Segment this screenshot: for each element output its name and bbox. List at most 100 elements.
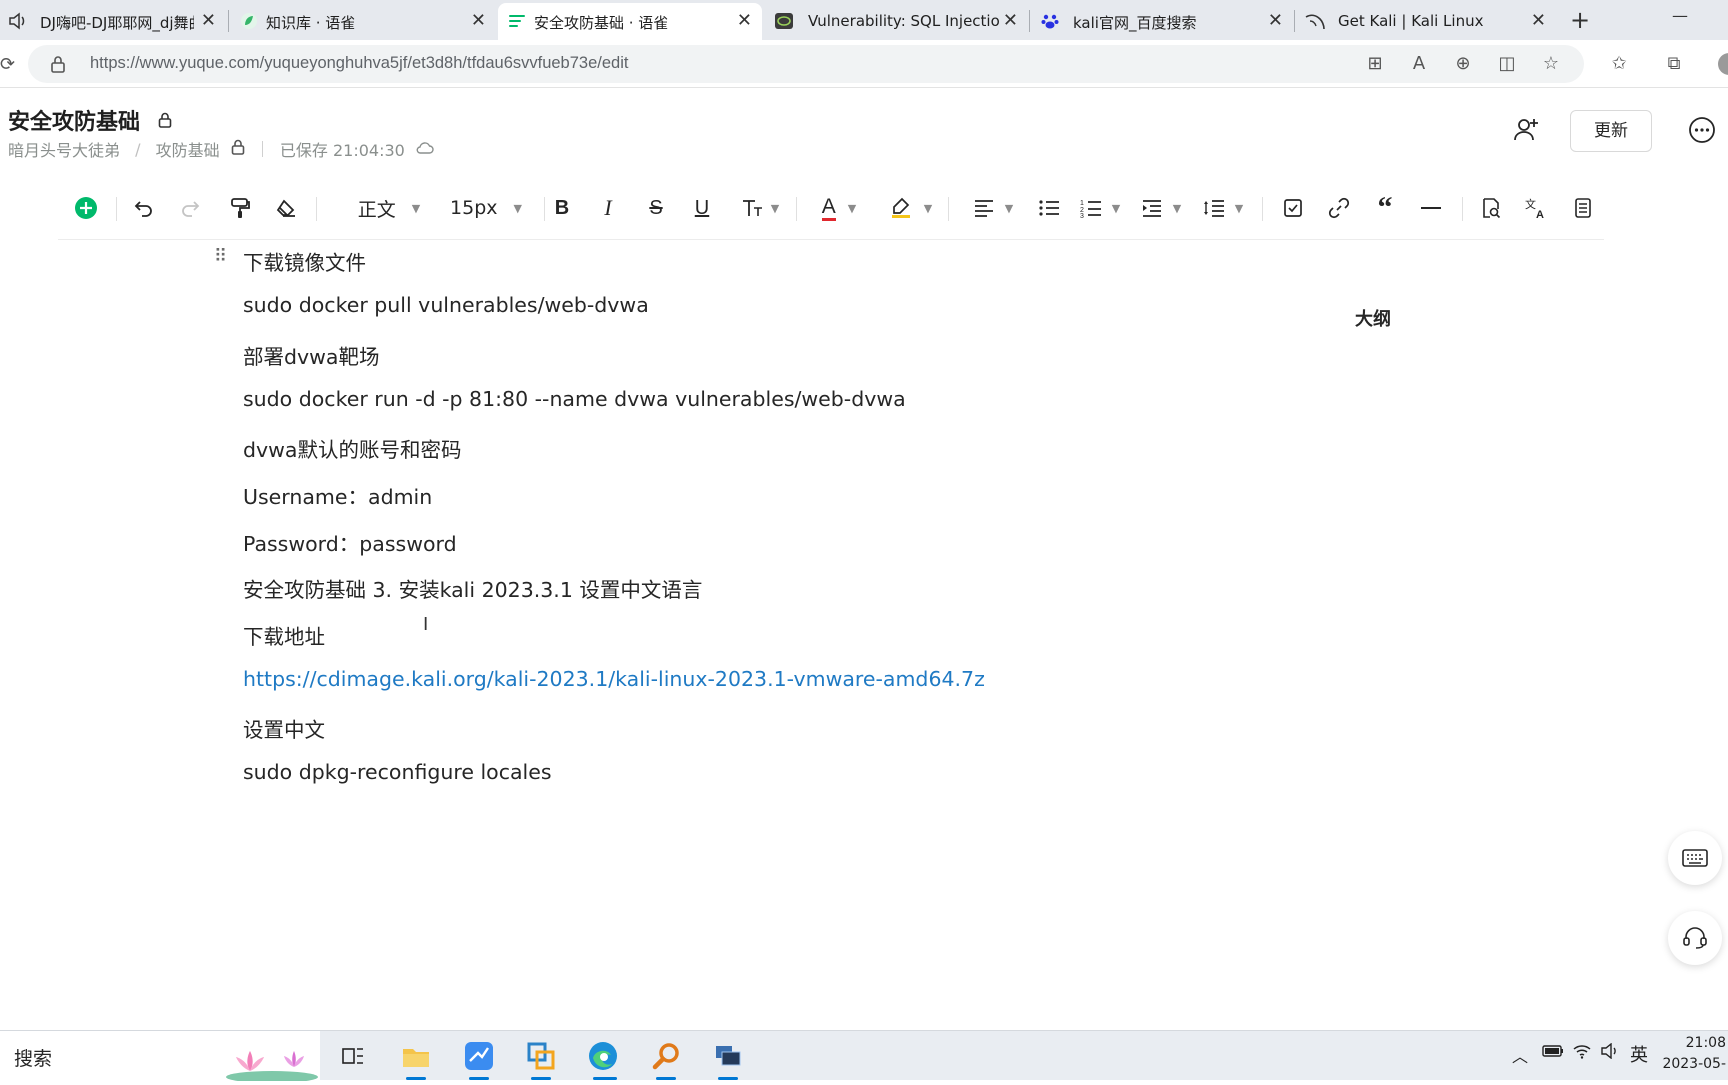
close-icon[interactable]: ✕ xyxy=(201,10,216,31)
task-checkbox-icon[interactable] xyxy=(1280,190,1306,226)
keyboard-shortcuts-button[interactable] xyxy=(1668,831,1722,885)
favorites-icon[interactable]: ✩ xyxy=(1608,53,1630,75)
feishu-app-icon[interactable] xyxy=(462,1039,496,1073)
line-height-button[interactable]: ▼ xyxy=(1198,190,1248,226)
editor-toolbar: 正文 ▼ 15px ▼ B I S U ▼ A ▼ ▼ ▼ 123 ▼ ▼ ▼ xyxy=(58,178,1604,240)
add-favorite-icon[interactable]: ☆ xyxy=(1540,53,1562,75)
yuque-leaf-icon xyxy=(240,12,258,30)
paragraph[interactable]: sudo docker pull vulnerables/web-dvwa xyxy=(243,293,649,317)
close-icon[interactable]: ✕ xyxy=(471,10,486,31)
toolbar-divider xyxy=(796,197,797,221)
task-view-icon[interactable] xyxy=(336,1039,370,1073)
paragraph-style-select[interactable]: 正文 ▼ xyxy=(344,190,434,226)
taskbar-search[interactable]: 搜索 xyxy=(0,1031,320,1083)
keyboard-icon xyxy=(1682,849,1708,867)
system-clock[interactable]: 21:08 2023-05- xyxy=(1660,1033,1726,1075)
tray-overflow-icon[interactable]: ︿ xyxy=(1512,1043,1528,1067)
redo-icon[interactable] xyxy=(178,190,202,226)
bullet-list-icon[interactable] xyxy=(1036,190,1062,226)
close-icon[interactable]: ✕ xyxy=(1268,10,1283,31)
divider-line-icon[interactable] xyxy=(1418,190,1444,226)
outline-label[interactable]: 大纲 xyxy=(1355,305,1391,331)
strikethrough-button[interactable]: S xyxy=(642,190,670,226)
zoom-icon[interactable]: ⊕ xyxy=(1452,53,1474,75)
ime-indicator[interactable]: 英 xyxy=(1630,1041,1648,1067)
text-size-button[interactable]: ▼ xyxy=(734,190,786,226)
drag-handle-icon[interactable]: ⠿ xyxy=(214,246,227,267)
battery-icon[interactable] xyxy=(1542,1043,1564,1062)
breadcrumb-user[interactable]: 暗月头号大徒弟 xyxy=(8,137,120,161)
file-explorer-icon[interactable] xyxy=(399,1039,433,1073)
paragraph[interactable]: sudo docker run -d -p 81:80 --name dvwa … xyxy=(243,387,906,411)
format-painter-icon[interactable] xyxy=(228,190,252,226)
find-replace-icon[interactable] xyxy=(1478,190,1504,226)
url-text[interactable]: https://www.yuque.com/yuqueyonghuhva5jf/… xyxy=(90,54,628,73)
address-bar[interactable]: https://www.yuque.com/yuqueyonghuhva5jf/… xyxy=(28,45,1584,83)
split-screen-icon[interactable]: ◫ xyxy=(1496,53,1518,75)
browser-tab-dvwa[interactable]: Vulnerability: SQL Injection :: ✕ xyxy=(764,3,1028,40)
insert-button[interactable] xyxy=(74,190,98,226)
font-size-select[interactable]: 15px ▼ xyxy=(446,190,526,226)
wifi-icon[interactable] xyxy=(1572,1043,1592,1063)
customer-service-button[interactable] xyxy=(1668,911,1722,965)
apps-icon[interactable]: ⊞ xyxy=(1364,53,1386,75)
close-icon[interactable]: ✕ xyxy=(1531,10,1546,31)
profile-avatar[interactable] xyxy=(1718,53,1728,75)
undo-icon[interactable] xyxy=(132,190,156,226)
doc-more-icon[interactable] xyxy=(1570,190,1596,226)
toolbar-divider xyxy=(116,197,117,221)
download-link[interactable]: https://cdimage.kali.org/kali-2023.1/kal… xyxy=(243,667,985,691)
refresh-icon[interactable]: ⟳ xyxy=(0,54,15,75)
chevron-down-icon: ▼ xyxy=(1234,201,1244,215)
lock-icon[interactable] xyxy=(50,55,66,77)
paragraph[interactable]: 部署dvwa靶场 xyxy=(243,340,379,370)
more-options-icon[interactable] xyxy=(1688,116,1716,148)
cloud-icon xyxy=(416,140,434,159)
add-collaborator-icon[interactable] xyxy=(1512,116,1540,148)
breadcrumb-book[interactable]: 攻防基础 xyxy=(156,137,220,161)
quote-icon[interactable]: “ xyxy=(1372,190,1398,226)
paragraph[interactable]: Password：password xyxy=(243,527,457,557)
update-button[interactable]: 更新 xyxy=(1570,110,1652,152)
remote-desktop-icon[interactable] xyxy=(711,1039,745,1073)
paragraph[interactable]: 设置中文 xyxy=(243,713,325,743)
browser-tab-anquan[interactable]: 安全攻防基础 · 语雀 ✕ xyxy=(498,3,762,40)
dvwa-icon xyxy=(774,12,793,30)
volume-icon[interactable] xyxy=(1600,1042,1620,1063)
translate-icon[interactable]: 文A xyxy=(1524,190,1550,226)
paragraph[interactable]: 安全攻防基础 3. 安装kali 2023.3.1 设置中文语言 xyxy=(243,573,702,603)
indent-button[interactable]: ▼ xyxy=(1136,190,1186,226)
chevron-down-icon: ▼ xyxy=(1172,201,1182,215)
browser-tab-zhishiku[interactable]: 知识库 · 语雀 ✕ xyxy=(230,3,496,40)
vmware-icon[interactable] xyxy=(524,1039,558,1073)
italic-button[interactable]: I xyxy=(594,190,622,226)
highlight-button[interactable]: ▼ xyxy=(884,190,938,226)
paragraph[interactable]: dvwa默认的账号和密码 xyxy=(243,433,461,463)
new-tab-button[interactable]: + xyxy=(1570,6,1590,34)
chevron-down-icon: ▼ xyxy=(770,201,780,215)
paragraph[interactable]: Username：admin xyxy=(243,480,432,510)
tab-title: 安全攻防基础 · 语雀 xyxy=(534,14,669,32)
paragraph[interactable]: sudo dpkg-reconfigure locales xyxy=(243,760,552,784)
bold-button[interactable]: B xyxy=(548,190,576,226)
edge-browser-icon[interactable] xyxy=(586,1039,620,1073)
close-icon[interactable]: ✕ xyxy=(737,10,752,31)
numbered-list-button[interactable]: 123 ▼ xyxy=(1076,190,1124,226)
address-bar-row: ⟳ https://www.yuque.com/yuqueyonghuhva5j… xyxy=(0,40,1728,88)
paragraph[interactable]: 下载镜像文件 xyxy=(243,246,366,276)
underline-button[interactable]: U xyxy=(688,190,716,226)
paragraph[interactable]: 下载地址 xyxy=(243,620,325,650)
align-button[interactable]: ▼ xyxy=(968,190,1018,226)
baidu-paw-icon xyxy=(1041,12,1059,30)
browser-tab-baidu[interactable]: kali官网_百度搜索 ✕ xyxy=(1031,3,1293,40)
browser-tab-dj[interactable]: DJ嗨吧-DJ耶耶网_dj舞曲 ✕ xyxy=(0,3,226,40)
clear-format-icon[interactable] xyxy=(274,190,298,226)
browser-tab-kali[interactable]: Get Kali | Kali Linux ✕ xyxy=(1296,3,1556,40)
minimize-button[interactable]: — xyxy=(1672,6,1688,25)
search-tool-icon[interactable] xyxy=(649,1039,683,1073)
link-icon[interactable] xyxy=(1326,190,1352,226)
collections-icon[interactable]: ⧉ xyxy=(1663,53,1685,75)
read-aloud-icon[interactable]: A xyxy=(1408,53,1430,75)
font-color-button[interactable]: A ▼ xyxy=(814,190,864,226)
close-icon[interactable]: ✕ xyxy=(1003,10,1018,31)
